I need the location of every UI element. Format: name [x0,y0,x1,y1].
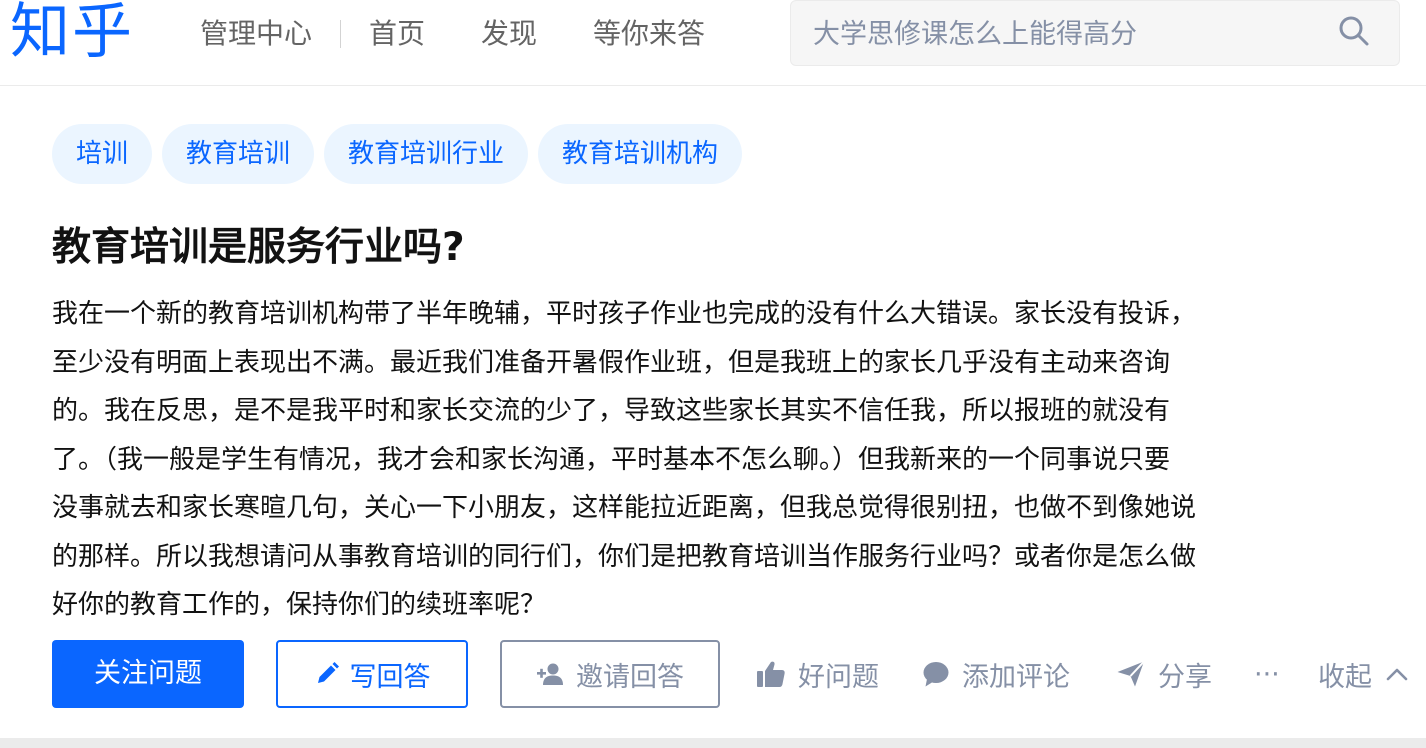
question-detail-line: 的。我在反思，是不是我平时和家长交流的少了，导致这些家长其实不信任我，所以报班的… [52,396,1171,426]
nav-divider [340,20,342,48]
question-title: 教育培训是服务行业吗? [52,225,465,270]
topic-tag[interactable]: 教育培训机构 [538,124,743,184]
comment-icon [923,662,949,687]
nav-waiting-for-answers[interactable]: 等你来答 [593,14,705,54]
good-question-label: 好问题 [798,661,879,693]
collapse-label: 收起 [1318,661,1372,693]
topic-tags: 培训 教育培训 教育培训行业 教育培训机构 [52,124,752,184]
search-box [790,0,1400,66]
share-label: 分享 [1158,661,1212,693]
nav-admin-center[interactable]: 管理中心 [200,14,312,54]
nav-home[interactable]: 首页 [369,14,425,54]
question-action-bar: 关注问题 写回答 邀请回答 好问题 添加评论 分享 ··· 收起 [52,640,1426,708]
topic-tag[interactable]: 教育培训行业 [324,124,529,184]
question-detail-line: 没事就去和家长寒暄几句，关心一下小朋友，这样能拉近距离，但我总觉得很别扭，也做不… [52,493,1197,523]
more-dots-icon: ··· [1254,658,1280,690]
search-input[interactable] [813,13,1313,55]
add-comment-button[interactable]: 添加评论 [922,640,1070,708]
question-detail-line: 我在一个新的教育培训机构带了半年晚辅，平时孩子作业也完成的没有什么大错误。家长没… [52,299,1197,329]
question-header-card: 培训 教育培训 教育培训行业 教育培训机构 教育培训是服务行业吗? 我在一个新的… [0,86,1426,738]
thumbs-up-icon [757,661,785,687]
zhihu-logo[interactable]: 知乎 [10,0,134,70]
chevron-up-icon [1386,668,1408,681]
good-question-button[interactable]: 好问题 [756,640,879,708]
write-answer-button[interactable]: 写回答 [276,640,468,708]
collapse-button[interactable]: 收起 [1318,640,1408,708]
pencil-icon [317,662,339,683]
add-comment-label: 添加评论 [962,661,1070,693]
topic-tag[interactable]: 培训 [52,124,153,184]
topic-tag[interactable]: 教育培训 [162,124,315,184]
question-detail-line: 的那样。所以我想请问从事教育培训的同行们，你们是把教育培训当作服务行业吗？或者你… [52,541,1197,572]
question-detail-line: 好你的教育工作的，保持你们的续班率呢？ [52,590,547,620]
follow-question-button[interactable]: 关注问题 [52,640,244,708]
card-bottom-divider [0,738,1426,748]
search-icon[interactable] [1336,13,1372,49]
nav-discover[interactable]: 发现 [481,14,537,54]
top-navigation-bar: 知乎 管理中心 首页 发现 等你来答 [0,0,1426,86]
share-button[interactable]: 分享 [1116,640,1212,708]
question-detail: 我在一个新的教育培训机构带了半年晚辅，平时孩子作业也完成的没有什么大错误。家长没… [52,290,1374,630]
invite-answer-label: 邀请回答 [576,661,684,693]
question-detail-line: 至少没有明面上表现出不满。最近我们准备开暑假作业班，但是我班上的家长几乎没有主动… [52,347,1171,378]
add-user-icon [537,663,563,685]
main-nav: 管理中心 首页 发现 等你来答 [200,14,705,54]
invite-answer-button[interactable]: 邀请回答 [500,640,720,708]
question-detail-line: 了。（我一般是学生有情况，我才会和家长沟通，平时基本不怎么聊。）但我新来的一个同… [52,444,1171,475]
more-options-button[interactable]: ··· [1254,640,1280,708]
write-answer-label: 写回答 [349,661,431,693]
paper-plane-icon [1117,660,1145,687]
